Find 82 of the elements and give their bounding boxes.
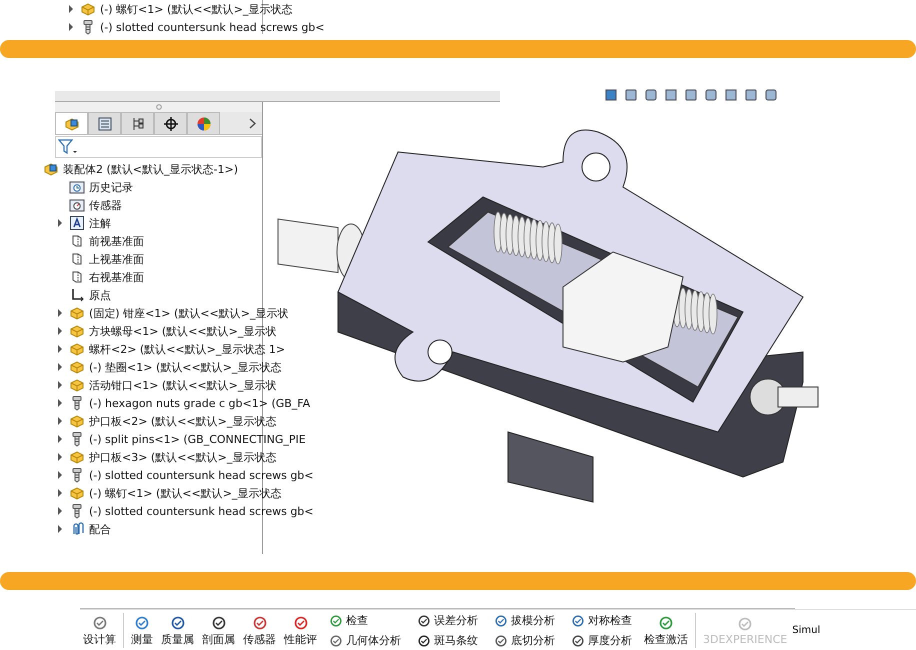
toolbar-button[interactable]: 测量 [128, 611, 156, 650]
part-icon [69, 305, 85, 321]
toolbar-button[interactable]: 斑马条纹 [414, 631, 481, 650]
origin-icon [69, 287, 85, 303]
tree-item-label[interactable]: (-) slotted countersunk head screws gb< [100, 20, 324, 34]
expand-arrow-icon[interactable] [57, 345, 63, 353]
expand-arrow-icon[interactable] [57, 489, 63, 497]
tree-item-label[interactable]: 上视基准面 [89, 252, 144, 266]
toolbar-button[interactable]: 对称检查 [568, 611, 635, 630]
expand-arrow-icon[interactable] [57, 399, 63, 407]
tree-item-label[interactable]: (-) slotted countersunk head screws gb< [89, 468, 314, 482]
toolbar-label: Simul [792, 625, 820, 636]
tree-item-label[interactable]: (固定) 钳座<1> (默认<<默认>_显示状 [89, 306, 288, 320]
toolbar-button[interactable]: 误差分析 [414, 611, 481, 630]
expand-arrow-icon[interactable] [57, 381, 63, 389]
history-folder-icon [69, 179, 85, 195]
filter-icon [58, 139, 78, 155]
toolbar-button[interactable]: 设计算 [80, 611, 119, 650]
tree-item-label[interactable]: 右视基准面 [89, 270, 144, 284]
tree-item-label[interactable]: 护口板<2> (默认<<默认>_显示状态 [89, 414, 276, 428]
expand-arrow-icon[interactable] [68, 23, 74, 31]
expand-arrow-icon[interactable] [57, 453, 63, 461]
tree-item-label[interactable]: (-) hexagon nuts grade c gb<1> (GB_FA [89, 396, 310, 410]
color-wheel-icon [196, 116, 212, 132]
toolbar-button[interactable]: 几何体分析 [326, 631, 404, 650]
expand-arrow-icon[interactable] [57, 219, 63, 227]
filter-field[interactable] [55, 136, 262, 158]
toolbar-button[interactable]: 检查激活 [641, 611, 691, 650]
part-icon [69, 449, 85, 465]
toolbar-button[interactable]: 性能评 [281, 611, 320, 650]
grip-dot-icon[interactable] [156, 104, 162, 110]
panel-tab[interactable] [121, 112, 154, 134]
expand-arrow-icon[interactable] [57, 417, 63, 425]
expand-arrow-icon[interactable] [68, 5, 74, 13]
tree-item-label[interactable]: 螺杆<2> (默认<<默认>_显示状态 1> [89, 342, 286, 356]
part-icon [69, 485, 85, 501]
toolbar-button[interactable]: 底切分析 [491, 631, 558, 650]
tree-item-label[interactable]: 原点 [89, 288, 111, 302]
part-icon [69, 413, 85, 429]
chevron-right-icon[interactable] [249, 118, 256, 128]
toolbar-button[interactable]: 拔模分析 [491, 611, 558, 630]
expand-arrow-icon[interactable] [57, 327, 63, 335]
expand-arrow-icon[interactable] [57, 471, 63, 479]
expand-arrow-icon[interactable] [57, 363, 63, 371]
crosshair-icon [162, 116, 178, 132]
tree-item-label[interactable]: 装配体2 (默认<默认_显示状态-1>) [63, 162, 238, 176]
part-icon [80, 1, 96, 17]
tree-item-label[interactable]: 注解 [89, 216, 111, 230]
assembly-icon [64, 116, 80, 132]
tree-item-label[interactable]: (-) 螺钉<1> (默认<<默认>_显示状态 [89, 486, 282, 500]
part-icon [69, 341, 85, 357]
part-icon [69, 359, 85, 375]
toolbar-button[interactable]: 传感器 [240, 611, 279, 650]
tree-item-label[interactable]: (-) split pins<1> (GB_CONNECTING_PIE [89, 432, 306, 446]
tree-item-label[interactable]: (-) slotted countersunk head screws gb< [89, 504, 314, 518]
panel-tab[interactable] [88, 112, 121, 134]
expand-arrow-icon[interactable] [57, 525, 63, 533]
sensor-folder-icon [69, 197, 85, 213]
expand-arrow-icon[interactable] [57, 435, 63, 443]
panel-tab[interactable] [154, 112, 187, 134]
expand-arrow-icon[interactable] [57, 309, 63, 317]
assembly-icon [43, 161, 59, 177]
tree-item-label[interactable]: 传感器 [89, 198, 122, 212]
part-icon [69, 323, 85, 339]
tree-item-label[interactable]: 历史记录 [89, 180, 133, 194]
toolbar-button[interactable]: 检查 [326, 611, 404, 630]
check-icon [658, 614, 674, 630]
tree-item-label[interactable]: (-) 垫圈<1> (默认<<默认>_显示状态 [89, 360, 282, 374]
toolbar-button[interactable]: 剖面属 [199, 611, 238, 650]
tree-item-label[interactable]: 配合 [89, 522, 111, 536]
tree-item-label[interactable]: 护口板<3> (默认<<默认>_显示状态 [89, 450, 276, 464]
panel-tab[interactable] [55, 112, 88, 134]
annotation-icon [69, 215, 85, 231]
tree-item-label[interactable]: 方块螺母<1> (默认<<默认>_显示状 [89, 324, 276, 338]
expand-arrow-icon[interactable] [57, 507, 63, 515]
toolbar-button[interactable]: 厚度分析 [568, 631, 635, 650]
tree-item-label[interactable]: (-) 螺钉<1> (默认<<默认>_显示状态 [100, 2, 292, 16]
property-list-icon [96, 116, 112, 132]
toolbar-button[interactable]: 质量属 [158, 611, 197, 650]
tree-item-label[interactable]: 活动钳口<1> (默认<<默认>_显示状 [89, 378, 276, 392]
tree-item-label[interactable]: 前视基准面 [89, 234, 144, 248]
part-icon [69, 377, 85, 393]
